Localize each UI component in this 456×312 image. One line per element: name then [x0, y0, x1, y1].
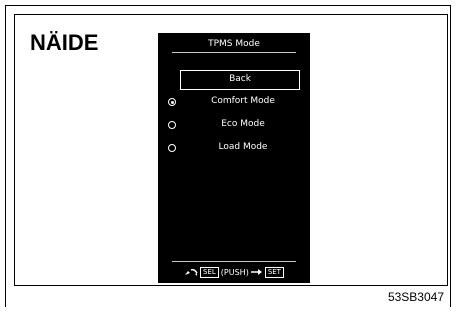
figure-code: 53SB3047 — [387, 290, 444, 304]
bottom-divider — [172, 261, 296, 262]
option-eco-mode[interactable]: Eco Mode — [158, 118, 310, 134]
option-label: Load Mode — [218, 142, 268, 152]
screen-title: TPMS Mode — [208, 39, 260, 49]
sel-key-label: SEL — [200, 266, 219, 278]
example-label: NÄIDE — [30, 30, 99, 55]
option-label: Eco Mode — [221, 119, 265, 129]
radio-selected-icon[interactable] — [168, 98, 176, 106]
radio-unselected-icon[interactable] — [168, 144, 176, 152]
set-key-label: SET — [264, 266, 284, 278]
radio-unselected-icon[interactable] — [168, 121, 176, 129]
option-comfort-mode[interactable]: Comfort Mode — [158, 95, 310, 111]
rotate-knob-icon — [185, 268, 198, 276]
option-label: Comfort Mode — [211, 96, 275, 106]
back-button[interactable]: Back — [180, 70, 300, 90]
title-divider — [172, 52, 296, 53]
control-hint-bar: SEL (PUSH) SET — [158, 265, 310, 279]
option-load-mode[interactable]: Load Mode — [158, 141, 310, 157]
arrow-right-icon — [250, 269, 262, 275]
push-text: (PUSH) — [220, 267, 249, 277]
display-screen: TPMS Mode Back Comfort Mode Eco Mode Loa… — [158, 33, 310, 283]
